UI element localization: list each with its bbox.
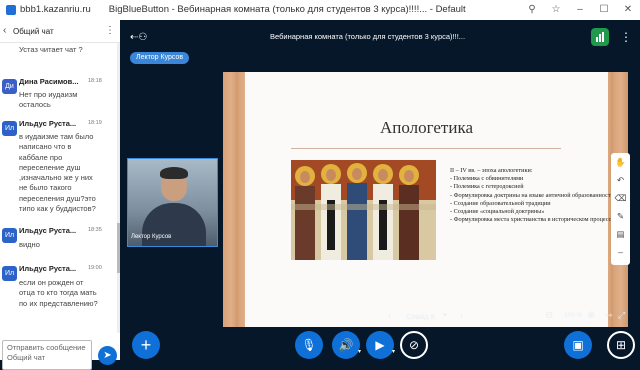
hand-tool-icon[interactable]: ✋ xyxy=(614,157,627,168)
more-options-icon[interactable]: ⋮ xyxy=(105,25,115,36)
slide-bullet: - Создание «социальной доктрины» xyxy=(450,208,545,216)
bookmark-icon[interactable]: ☆ xyxy=(544,0,568,20)
chat-messages: Устаз читает чат ? Ди Дина Расимов... 18… xyxy=(0,43,116,333)
fullscreen-icon[interactable]: ⤢ xyxy=(618,310,625,321)
share-screen-button[interactable]: ⊘ xyxy=(400,331,428,359)
message-text: Устаз читает чат ? xyxy=(19,45,83,54)
site-favicon-icon xyxy=(6,4,16,15)
actions-button[interactable]: + xyxy=(132,331,160,359)
tab-label[interactable]: bbb1.kazanriu.ru xyxy=(20,4,91,15)
message-text: видно xyxy=(19,240,40,249)
slide-icon-image xyxy=(291,160,436,260)
presentation-button[interactable]: ▣ xyxy=(564,331,592,359)
previous-slide-icon[interactable]: ‹ xyxy=(388,310,391,321)
camera-icon: ▶ xyxy=(375,338,385,352)
chat-title[interactable]: Общий чат xyxy=(13,27,54,36)
slide-bullet: - Создание образовательной традиции xyxy=(450,199,551,207)
close-window-icon[interactable]: ✕ xyxy=(616,0,640,20)
presentation-toolbar: ‹ Слайд 8 ▾ › ⊖ 100 % ⊕ ⇿ ⤢ xyxy=(223,310,625,326)
mute-button[interactable]: 🎙 xyxy=(295,331,323,359)
presentation-slide: Апологетика II – IV вв. – эпоха апологет… xyxy=(245,72,614,327)
list-item: Ил Ильдус Руста... 19:00 если он рожден … xyxy=(0,264,116,324)
audio-button[interactable]: 🔊 xyxy=(332,331,360,359)
list-item: Ил Ильдус Руста... 18:35 видно xyxy=(0,226,116,256)
action-bar: + 🎙 🔊 ▾ ▶ ▾ ⊘ ▣ ⊞ xyxy=(120,326,640,360)
next-slide-icon[interactable]: › xyxy=(460,310,463,321)
presentation-area: Апологетика II – IV вв. – эпоха апологет… xyxy=(223,72,628,327)
chat-header: ‹ Общий чат ⋮ xyxy=(0,20,120,43)
slide-bullet: - Формулировка места христианства в исто… xyxy=(450,216,615,224)
main-area: ⇠⚇ Вебинарная комната (только для студен… xyxy=(120,20,640,360)
list-item: Устаз читает чат ? xyxy=(0,45,116,59)
slide-bullet: - Полемика с гетеродоксией xyxy=(450,183,524,191)
message-sender: Ильдус Руста... xyxy=(19,226,77,235)
chevron-down-icon[interactable]: ▾ xyxy=(358,348,361,355)
user-list-toggle-icon[interactable]: ⇠⚇ xyxy=(130,32,147,43)
options-menu-icon[interactable]: ⋮ xyxy=(620,30,632,44)
message-time: 18:19 xyxy=(88,120,102,126)
zoom-out-icon[interactable]: ⊖ xyxy=(545,310,553,321)
slide-bullet: II – IV вв. – эпоха апологетики: xyxy=(450,167,533,174)
undo-icon[interactable]: ↶ xyxy=(614,175,627,186)
list-item: Ди Дина Расимов... 18:18 Нет про иудаизм… xyxy=(0,77,116,109)
message-text: если он рожден от отца то кто тогда мать… xyxy=(19,278,98,308)
chat-panel: ‹ Общий чат ⋮ Устаз читает чат ? Ди Дина… xyxy=(0,20,120,370)
webcam-video[interactable]: Лектор Курсов xyxy=(127,158,218,247)
send-icon: ➤ xyxy=(103,350,112,361)
layout-icon: ⊞ xyxy=(615,338,627,352)
connection-status-icon[interactable] xyxy=(591,28,609,46)
clear-annotations-icon[interactable]: ⌫ xyxy=(614,193,627,204)
share-webcam-button[interactable]: ▶ xyxy=(366,331,394,359)
send-message-button[interactable]: ➤ xyxy=(98,346,117,365)
avatar: Ил xyxy=(2,228,17,243)
screen-share-icon: ⊘ xyxy=(408,338,420,352)
minimize-icon[interactable]: – xyxy=(568,0,592,20)
meeting-title: Вебинарная комната (только для студентов… xyxy=(270,32,466,41)
window-title: BigBlueButton - Вебинарная комната (толь… xyxy=(108,4,466,15)
browser-title-bar: bbb1.kazanriu.ru BigBlueButton - Вебинар… xyxy=(0,0,640,20)
list-item: Ил Ильдус Руста... 18:19 в иудаизме там … xyxy=(0,119,116,224)
presentation-icon: ▣ xyxy=(572,338,584,352)
slide-bullet: - Формулировка доктрины на языке антично… xyxy=(450,191,614,199)
fit-to-width-icon[interactable]: ⇿ xyxy=(605,310,613,321)
chevron-down-icon[interactable]: ▾ xyxy=(392,348,395,355)
avatar: Ил xyxy=(2,121,17,136)
slide-bullets: II – IV вв. – эпоха апологетики: - Полем… xyxy=(450,167,620,224)
chat-message-input[interactable]: Отправить сообщение Общий чат xyxy=(2,340,92,370)
message-time: 18:18 xyxy=(88,78,102,84)
minimize-toolbar-icon[interactable]: – xyxy=(614,247,627,257)
message-text: Нет про иудаизм осталось xyxy=(19,90,78,110)
message-sender: Ильдус Руста... xyxy=(19,264,77,273)
layout-button[interactable]: ⊞ xyxy=(607,331,635,359)
chevron-left-icon[interactable]: ‹ xyxy=(3,25,6,36)
speaker-icon: 🔊 xyxy=(338,338,354,352)
microphone-icon: 🎙 xyxy=(301,338,317,352)
avatar: Ил xyxy=(2,266,17,281)
maximize-icon[interactable]: ☐ xyxy=(592,0,616,20)
webcam-person-hair xyxy=(160,167,188,179)
annotation-toolbar: ✋ ↶ ⌫ ✎ ▤ – xyxy=(611,153,630,265)
slide-bullet: - Полемика с обвинителями xyxy=(450,175,524,183)
message-sender: Ильдус Руста... xyxy=(19,119,77,128)
whiteboard-icon[interactable]: ▤ xyxy=(614,229,627,240)
zoom-level[interactable]: 100 % xyxy=(564,312,582,319)
slide-divider xyxy=(291,148,561,149)
presenter-badge[interactable]: Лектор Курсов xyxy=(130,52,190,64)
chevron-down-icon[interactable]: ▾ xyxy=(443,311,447,319)
zoom-in-icon[interactable]: ⊕ xyxy=(587,310,595,321)
plus-icon: + xyxy=(140,335,152,355)
message-time: 18:35 xyxy=(88,227,102,233)
pin-icon[interactable]: ⚲ xyxy=(520,0,544,20)
message-text: в иудаизме там было написано что в кабба… xyxy=(19,132,96,214)
webcam-name-label: Лектор Курсов xyxy=(131,234,172,240)
message-sender: Дина Расимов... xyxy=(19,77,79,86)
multi-user-whiteboard-icon[interactable]: ✎ xyxy=(614,211,627,222)
title-left: bbb1.kazanriu.ru BigBlueButton - Вебинар… xyxy=(6,4,466,15)
window-controls: ⚲ ☆ – ☐ ✕ xyxy=(520,0,640,20)
slide-selector[interactable]: Слайд 8 xyxy=(406,312,435,321)
slide-title: Апологетика xyxy=(379,118,473,137)
message-time: 19:00 xyxy=(88,265,102,271)
avatar: Ди xyxy=(2,79,17,94)
